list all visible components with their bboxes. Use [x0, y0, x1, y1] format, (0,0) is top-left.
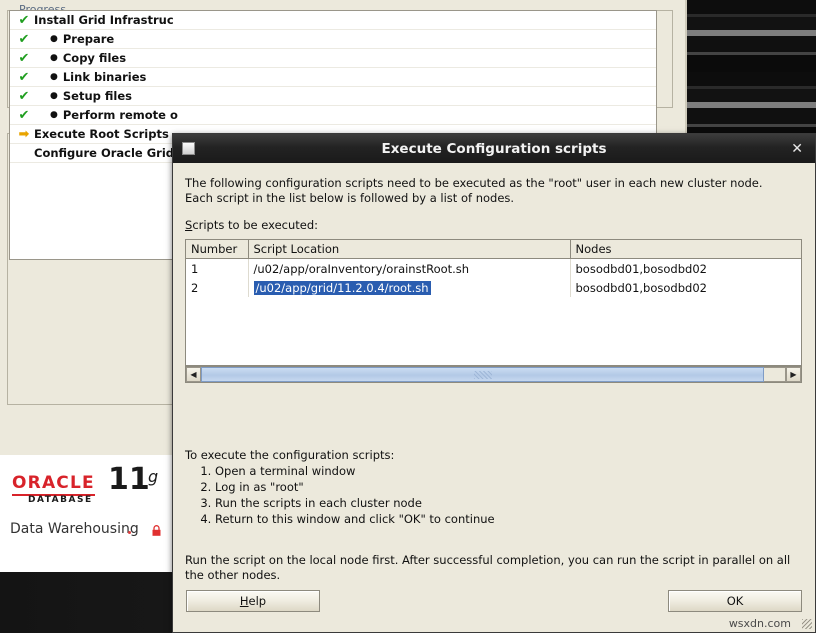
scripts-to-execute-label: Scripts to be executed: — [185, 218, 318, 232]
cell-nodes: bosodbd01,bosodbd02 — [575, 280, 707, 295]
oracle-wordmark: ORACLE — [12, 473, 95, 496]
brand-dot — [128, 531, 131, 534]
howto-section: To execute the configuration scripts: Op… — [185, 448, 785, 527]
scripts-table-container[interactable]: Number Script Location Nodes 1/u02/app/o… — [185, 239, 802, 366]
status-row[interactable]: ✔ ● Prepare — [10, 30, 656, 49]
check-icon: ✔ — [18, 69, 30, 85]
scroll-left-arrow-icon[interactable]: ◀ — [186, 367, 201, 382]
cell-script-location[interactable]: /u02/app/grid/11.2.0.4/root.sh — [248, 278, 571, 297]
howto-step: Open a terminal window — [215, 463, 785, 479]
status-row-label: ● Perform remote o — [50, 107, 178, 122]
bullet-icon: ● — [50, 90, 58, 101]
status-row-label: Install Grid Infrastruc — [34, 12, 174, 27]
status-row-label: ● Copy files — [50, 50, 127, 65]
oracle-branding: ORACLE DATABASE 11 g Data Warehousing — [0, 455, 172, 568]
help-button-label-rest: elp — [248, 594, 267, 608]
howto-step: Return to this window and click "OK" to … — [215, 511, 785, 527]
status-row-label: Configure Oracle Grid — [34, 145, 174, 160]
bullet-icon: ● — [50, 52, 58, 63]
check-icon: ✔ — [18, 50, 30, 66]
bullet-icon: ● — [50, 109, 58, 120]
scripts-label-rest: cripts to be executed: — [192, 218, 319, 232]
scrollbar-grip-icon — [473, 371, 492, 379]
howto-step: Run the scripts in each cluster node — [215, 495, 785, 511]
dialog-button-row: Help OK wsxdn.com — [173, 576, 815, 632]
status-row-label: Execute Root Scripts — [34, 126, 169, 141]
status-row[interactable]: ✔ ● Link binaries — [10, 68, 656, 87]
help-button[interactable]: Help — [186, 590, 320, 612]
status-row-label: ● Prepare — [50, 31, 115, 46]
cell-script-location[interactable]: /u02/app/oraInventory/orainstRoot.sh — [248, 258, 571, 278]
bullet-icon: ● — [50, 71, 58, 82]
resize-grip-icon[interactable] — [802, 619, 812, 629]
status-row-label: ● Link binaries — [50, 69, 147, 84]
status-row[interactable]: ✔ Install Grid Infrastruc — [10, 11, 656, 30]
howto-steps-list: Open a terminal windowLog in as "root"Ru… — [185, 463, 785, 527]
dialog-titlebar[interactable]: Execute Configuration scripts ✕ — [173, 134, 815, 163]
check-icon: ✔ — [18, 12, 30, 28]
cell-number: 1 — [186, 258, 249, 278]
howto-heading: To execute the configuration scripts: — [185, 448, 395, 462]
close-icon[interactable]: ✕ — [791, 142, 803, 156]
column-header-number[interactable]: Number — [186, 240, 249, 259]
status-row-label: ● Setup files — [50, 88, 132, 103]
bullet-icon: ● — [50, 33, 58, 44]
oracle-database-label: DATABASE — [28, 495, 93, 505]
status-row[interactable]: ✔ ● Setup files — [10, 87, 656, 106]
execute-configuration-scripts-dialog: Execute Configuration scripts ✕ The foll… — [172, 133, 816, 633]
script-location-value: /u02/app/oraInventory/orainstRoot.sh — [253, 261, 470, 276]
table-row[interactable]: 2/u02/app/grid/11.2.0.4/root.sh bosodbd01… — [186, 278, 801, 297]
howto-step: Log in as "root" — [215, 479, 785, 495]
scroll-right-arrow-icon[interactable]: ▶ — [786, 367, 801, 382]
oracle-version-suffix: g — [148, 467, 159, 486]
check-icon: ✔ — [18, 107, 30, 123]
check-icon: ✔ — [18, 31, 30, 47]
oracle-version-number: 11 — [108, 462, 150, 497]
cell-number: 2 — [186, 278, 249, 297]
column-header-nodes[interactable]: Nodes — [570, 240, 801, 259]
scripts-table: Number Script Location Nodes 1/u02/app/o… — [186, 240, 801, 297]
status-row[interactable]: ✔ ● Perform remote o — [10, 106, 656, 125]
arrow-icon: ➡ — [18, 126, 30, 142]
scrollbar-track[interactable] — [764, 367, 786, 382]
scrollbar-thumb[interactable] — [201, 367, 764, 382]
cell-nodes: bosodbd01,bosodbd02 — [575, 261, 707, 276]
window-icon — [182, 142, 195, 155]
table-header-row: Number Script Location Nodes — [186, 240, 801, 259]
dialog-intro-text: The following configuration scripts need… — [185, 176, 763, 205]
status-row[interactable]: ✔ ● Copy files — [10, 49, 656, 68]
watermark: wsxdn.com — [728, 617, 791, 630]
padlock-icon — [152, 525, 161, 536]
ok-button[interactable]: OK — [668, 590, 802, 612]
column-header-script-location[interactable]: Script Location — [248, 240, 571, 259]
table-horizontal-scrollbar[interactable]: ◀ ▶ — [185, 366, 802, 383]
oracle-tagline: Data Warehousing — [10, 521, 139, 537]
script-location-value: /u02/app/grid/11.2.0.4/root.sh — [253, 280, 431, 295]
table-row[interactable]: 1/u02/app/oraInventory/orainstRoot.sh bos… — [186, 258, 801, 278]
check-icon: ✔ — [18, 88, 30, 104]
dialog-title: Execute Configuration scripts — [381, 140, 607, 157]
help-button-mnemonic: H — [239, 594, 249, 608]
